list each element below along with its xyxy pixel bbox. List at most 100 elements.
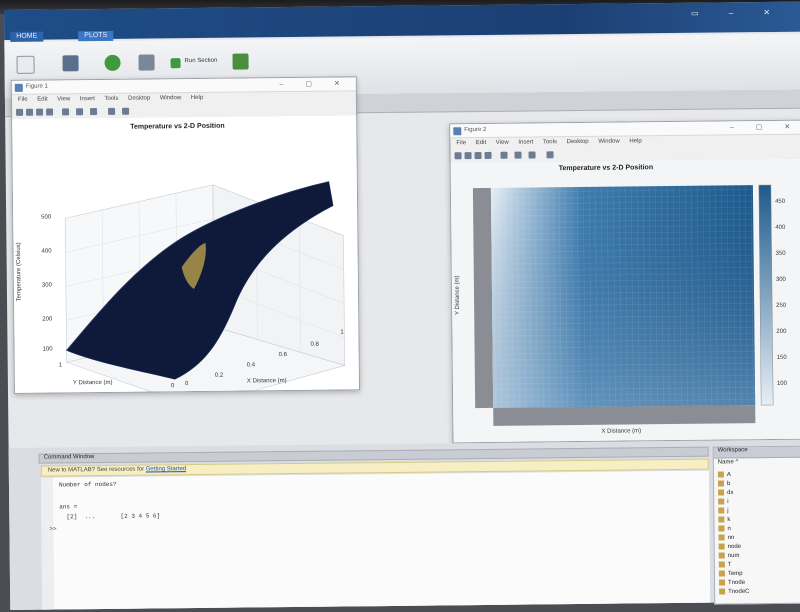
y-tick: 1 — [58, 362, 63, 369]
menu-item-edit[interactable]: Edit — [37, 96, 57, 103]
open-icon[interactable] — [464, 152, 472, 160]
workspace-variable-name: j — [727, 508, 729, 515]
y-axis-label: Y Distance (m) — [454, 275, 462, 316]
getting-started-link[interactable]: Getting Started — [146, 466, 186, 472]
matrix-icon — [717, 471, 724, 478]
save-icon[interactable] — [62, 55, 79, 72]
workspace-variable[interactable]: j — [718, 507, 729, 516]
menu-item-file[interactable]: File — [18, 97, 37, 103]
y-axis-label: Y Distance (m) — [72, 379, 113, 387]
workspace-variable-name: n — [727, 525, 731, 533]
workspace-variable-name: k — [727, 516, 731, 524]
workspace-variable-name: num — [727, 552, 740, 560]
x-tick: 0.2 — [214, 372, 224, 379]
window-controls[interactable]: ▭ – ✕ — [691, 8, 784, 18]
step-icon[interactable] — [138, 54, 155, 71]
workspace-variable[interactable]: i — [718, 498, 729, 507]
new-script-icon[interactable] — [16, 55, 35, 74]
command-prompt[interactable]: >> — [49, 525, 56, 532]
run-section-label[interactable]: Run Section — [185, 58, 218, 64]
menu-item-view[interactable]: View — [496, 140, 519, 146]
colorbar-tick: 100 — [776, 380, 788, 387]
matrix-icon — [717, 480, 725, 487]
menu-item-insert[interactable]: Insert — [80, 96, 105, 102]
workspace-variable[interactable]: b — [717, 480, 730, 489]
figure1-title: Figure 1 — [25, 83, 48, 90]
workspace-variable[interactable]: A — [717, 471, 731, 480]
run-icon[interactable] — [104, 54, 121, 71]
menu-item-tools[interactable]: Tools — [104, 96, 128, 102]
matrix-icon — [718, 498, 725, 505]
z-tick: 300 — [41, 282, 52, 289]
workspace-variable[interactable]: k — [718, 516, 730, 525]
colorbar-icon[interactable] — [122, 107, 130, 115]
save-icon[interactable] — [36, 108, 44, 116]
workspace-name-column[interactable]: Name ^ — [718, 459, 739, 465]
workspace-variable[interactable]: Tnode — [719, 579, 745, 588]
data-cursor-icon[interactable] — [528, 151, 536, 159]
workspace-variable[interactable]: n — [718, 525, 731, 534]
menu-item-window[interactable]: Window — [598, 138, 629, 145]
workspace-variable[interactable]: TnodeC — [719, 588, 750, 597]
matrix-icon — [719, 588, 726, 595]
open-icon[interactable] — [26, 108, 34, 116]
new-figure-icon[interactable] — [16, 108, 24, 116]
command-line: Number of nodes? — [58, 480, 117, 489]
menu-item-help[interactable]: Help — [191, 95, 203, 101]
rotate-icon[interactable] — [108, 107, 116, 115]
save-icon[interactable] — [474, 152, 482, 160]
matrix-icon — [718, 534, 725, 541]
pan-icon[interactable] — [514, 151, 522, 159]
menu-item-help[interactable]: Help — [629, 138, 641, 144]
figure1-window: Figure 1 – ▢ ✕ File Edit View Insert Too… — [10, 76, 361, 394]
zoom-icon[interactable] — [62, 108, 70, 116]
figure1-window-controls[interactable]: – ▢ ✕ — [279, 79, 349, 88]
workspace-variable-name: Temp — [727, 570, 743, 578]
x-tick: 0.4 — [246, 362, 256, 369]
workspace-variable-name: A — [726, 471, 731, 479]
workspace-variable[interactable]: Temp — [718, 570, 743, 579]
matrix-icon — [718, 561, 725, 568]
menu-item-tools[interactable]: Tools — [543, 139, 567, 145]
workspace-variable[interactable]: dx — [718, 489, 733, 498]
workspace-variable[interactable]: num — [718, 552, 740, 561]
z-tick: 500 — [41, 214, 52, 221]
menu-item-window[interactable]: Window — [160, 95, 191, 101]
workspace-variable[interactable]: T — [718, 561, 732, 570]
z-tick: 200 — [42, 316, 53, 323]
figure2-window-controls[interactable]: – ▢ ✕ — [730, 123, 800, 132]
figure-icon — [14, 83, 23, 92]
run-section-icon[interactable] — [170, 58, 181, 69]
menu-item-view[interactable]: View — [57, 96, 80, 102]
command-window[interactable]: Number of nodes? ans = [2] ... [2 3 4 5 … — [40, 470, 711, 610]
menu-item-desktop[interactable]: Desktop — [567, 139, 599, 145]
menu-item-edit[interactable]: Edit — [476, 140, 496, 146]
command-line: ans = — [59, 503, 78, 511]
workspace-variable-name: node — [727, 543, 742, 551]
colorbar-icon[interactable] — [546, 151, 554, 159]
menu-item-file[interactable]: File — [456, 140, 475, 146]
matrix-icon — [718, 543, 725, 550]
matrix-icon — [718, 525, 725, 532]
colorbar-tick: 150 — [776, 354, 787, 361]
run-advance-icon[interactable] — [232, 53, 249, 70]
menu-item-desktop[interactable]: Desktop — [128, 95, 160, 101]
colorbar-tick: 250 — [776, 302, 787, 309]
menu-item-insert[interactable]: Insert — [518, 139, 543, 145]
figure2-canvas: Temperature vs 2-D Position Y Distance (… — [450, 158, 800, 443]
new-figure-icon[interactable] — [454, 152, 462, 160]
workspace-variable[interactable]: nn — [718, 534, 735, 543]
colorbar-tick: 400 — [775, 224, 786, 231]
pan-icon[interactable] — [76, 108, 84, 116]
figure-icon — [453, 127, 462, 136]
matrix-icon — [718, 507, 725, 514]
colorbar-tick: 450 — [775, 198, 786, 205]
workspace-variable[interactable]: node — [718, 543, 742, 552]
print-icon[interactable] — [484, 151, 492, 159]
print-icon[interactable] — [46, 108, 54, 116]
zoom-icon[interactable] — [500, 151, 508, 159]
figure2-title: Figure 2 — [464, 126, 487, 134]
matrix-icon — [718, 489, 725, 496]
data-cursor-icon[interactable] — [90, 108, 98, 116]
workspace-variable-name: nn — [727, 534, 735, 542]
